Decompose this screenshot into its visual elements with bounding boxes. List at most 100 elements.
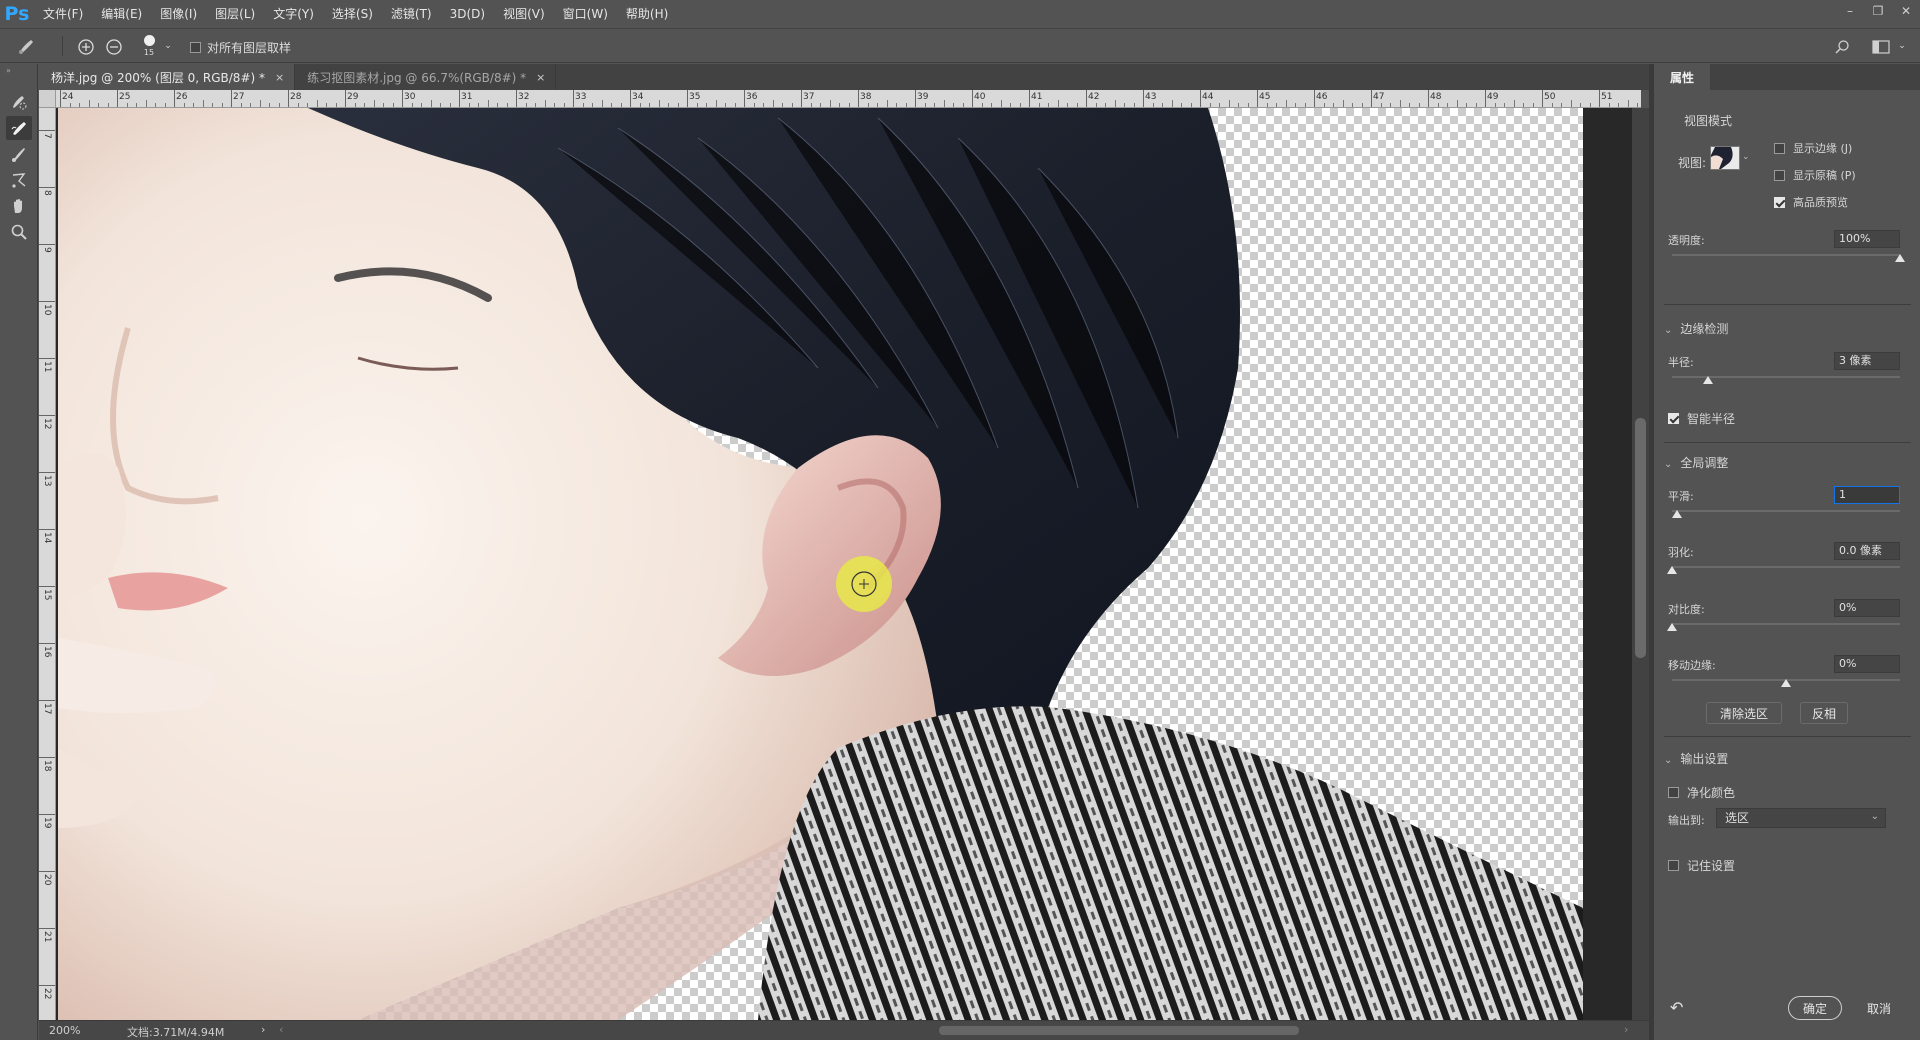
horizontal-scroll-thumb[interactable] bbox=[939, 1026, 1299, 1035]
ruler-tick bbox=[345, 90, 346, 107]
chevron-down-icon[interactable]: ⌄ bbox=[162, 39, 174, 53]
vertical-scrollbar[interactable] bbox=[1632, 108, 1649, 1020]
workspace-icon[interactable] bbox=[1870, 37, 1892, 57]
output-to-select[interactable]: 选区 ⌄ bbox=[1716, 808, 1886, 828]
status-menu-arrow-icon[interactable]: › bbox=[261, 1023, 265, 1036]
lasso-tool-icon[interactable] bbox=[6, 168, 32, 192]
scroll-right-arrow-icon[interactable]: › bbox=[1624, 1023, 1628, 1036]
ok-button[interactable]: 确定 bbox=[1788, 996, 1842, 1020]
document-tabs: 杨洋.jpg @ 200% (图层 0, RGB/8#) * × 练习抠图素材.… bbox=[39, 64, 1649, 90]
menu-item[interactable]: 编辑(E) bbox=[92, 0, 151, 28]
tab-label: 杨洋.jpg @ 200% (图层 0, RGB/8#) * bbox=[51, 70, 265, 85]
feather-slider-track[interactable] bbox=[1672, 566, 1900, 568]
subtract-from-selection-icon[interactable] bbox=[104, 37, 124, 57]
cancel-button[interactable]: 取消 bbox=[1852, 996, 1906, 1020]
smart-radius-option[interactable]: 智能半径 bbox=[1668, 410, 1735, 427]
shift-edge-slider-thumb[interactable] bbox=[1781, 679, 1791, 687]
show-original-option[interactable]: 显示原稿 (P) bbox=[1774, 167, 1856, 183]
menu-item[interactable]: 窗口(W) bbox=[554, 0, 617, 28]
menu-item[interactable]: 文件(F) bbox=[34, 0, 92, 28]
transparency-checkerboard[interactable] bbox=[58, 108, 1583, 1020]
ruler-label: 32 bbox=[518, 92, 530, 102]
sample-all-layers-checkbox[interactable] bbox=[190, 42, 201, 53]
show-edge-option[interactable]: 显示边缘 (J) bbox=[1774, 140, 1852, 156]
shift-edge-value[interactable]: 0% bbox=[1834, 655, 1900, 673]
workspace-chevron-icon[interactable]: ⌄ bbox=[1895, 39, 1909, 53]
quick-selection-tool-icon[interactable] bbox=[6, 90, 32, 114]
opacity-value[interactable]: 100% bbox=[1834, 230, 1900, 248]
global-refine-header[interactable]: ⌄ 全局调整 bbox=[1664, 454, 1728, 471]
ruler-label: 31 bbox=[461, 92, 473, 102]
opacity-slider-track[interactable] bbox=[1672, 254, 1900, 256]
tab-practice-material[interactable]: 练习抠图素材.jpg @ 66.7%(RGB/8#) * × bbox=[295, 64, 557, 90]
feather-value[interactable]: 0.0 像素 bbox=[1834, 542, 1900, 560]
search-icon[interactable] bbox=[1832, 37, 1852, 57]
radius-slider-thumb[interactable] bbox=[1703, 376, 1714, 384]
menu-items: 文件(F) 编辑(E) 图像(I) 图层(L) 文字(Y) 选择(S) 滤镜(T) 3D(D)… bbox=[34, 0, 677, 28]
ruler-tick bbox=[231, 90, 232, 107]
show-edge-checkbox[interactable] bbox=[1774, 142, 1785, 154]
hand-tool-icon[interactable] bbox=[6, 194, 32, 218]
hq-preview-option[interactable]: 高品质预览 bbox=[1774, 194, 1848, 210]
menu-item[interactable]: 帮助(H) bbox=[617, 0, 677, 28]
restore-icon[interactable]: ❐ bbox=[1864, 0, 1892, 22]
smooth-slider-thumb[interactable] bbox=[1671, 510, 1682, 518]
brush-tool-icon[interactable] bbox=[6, 142, 32, 166]
zoom-tool-icon[interactable] bbox=[6, 220, 32, 244]
ruler-label: 50 bbox=[1544, 92, 1556, 102]
smart-radius-label: 智能半径 bbox=[1687, 412, 1736, 426]
menu-item[interactable]: 图层(L) bbox=[206, 0, 264, 28]
brush-size-picker[interactable]: 15 bbox=[138, 32, 160, 60]
contrast-slider-track[interactable] bbox=[1672, 623, 1900, 625]
menu-item[interactable]: 文字(Y) bbox=[264, 0, 323, 28]
invert-button[interactable]: 反相 bbox=[1800, 702, 1848, 724]
collapse-arrows-icon[interactable]: » bbox=[6, 66, 11, 75]
smooth-value[interactable]: 1 bbox=[1834, 486, 1900, 504]
menu-item[interactable]: 选择(S) bbox=[323, 0, 382, 28]
canvas-area[interactable] bbox=[56, 108, 1641, 1020]
remember-settings-option[interactable]: 记住设置 bbox=[1668, 857, 1735, 874]
photoshop-logo: Ps bbox=[4, 3, 30, 25]
hq-preview-checkbox[interactable] bbox=[1774, 196, 1785, 208]
view-dropdown-chevron-icon[interactable]: ⌄ bbox=[1742, 152, 1750, 162]
close-window-icon[interactable]: ✕ bbox=[1892, 0, 1920, 22]
ruler-tick bbox=[516, 90, 517, 107]
radius-value[interactable]: 3 像素 bbox=[1834, 352, 1900, 370]
scroll-left-arrow-icon[interactable]: ‹ bbox=[279, 1023, 283, 1036]
contrast-value[interactable]: 0% bbox=[1834, 599, 1900, 617]
ruler-origin[interactable] bbox=[39, 90, 56, 108]
refine-brush-tool-icon[interactable] bbox=[14, 35, 40, 57]
chevron-down-icon: ⌄ bbox=[1664, 459, 1673, 470]
properties-tab[interactable]: 属性 bbox=[1654, 64, 1710, 90]
ruler-label: 45 bbox=[1259, 92, 1271, 102]
menu-item[interactable]: 图像(I) bbox=[151, 0, 206, 28]
ruler-tick bbox=[1143, 90, 1144, 107]
zoom-level[interactable]: 200% bbox=[49, 1024, 80, 1037]
contrast-slider-thumb[interactable] bbox=[1667, 623, 1677, 631]
opacity-slider-thumb[interactable] bbox=[1895, 254, 1905, 262]
remember-settings-checkbox[interactable] bbox=[1668, 860, 1679, 871]
ruler-tick bbox=[39, 472, 55, 473]
feather-slider-thumb[interactable] bbox=[1667, 566, 1677, 574]
smooth-slider-track[interactable] bbox=[1672, 510, 1900, 512]
minimize-icon[interactable]: – bbox=[1836, 0, 1864, 22]
output-settings-header[interactable]: ⌄ 输出设置 bbox=[1664, 750, 1728, 767]
tab-yangyang[interactable]: 杨洋.jpg @ 200% (图层 0, RGB/8#) * × bbox=[39, 64, 296, 90]
menu-item[interactable]: 视图(V) bbox=[494, 0, 554, 28]
refine-edge-brush-tool-icon[interactable] bbox=[6, 116, 32, 140]
edge-detection-header[interactable]: ⌄ 边缘检测 bbox=[1664, 320, 1728, 337]
sample-all-layers-option[interactable]: 对所有图层取样 bbox=[190, 39, 291, 56]
decontaminate-checkbox[interactable] bbox=[1668, 787, 1679, 798]
decontaminate-option[interactable]: 净化颜色 bbox=[1668, 784, 1735, 801]
reset-icon[interactable]: ↶ bbox=[1670, 998, 1690, 1018]
scroll-thumb[interactable] bbox=[1635, 418, 1646, 658]
show-original-checkbox[interactable] bbox=[1774, 169, 1785, 181]
menu-item[interactable]: 3D(D) bbox=[441, 0, 494, 28]
menu-item[interactable]: 滤镜(T) bbox=[382, 0, 441, 28]
add-to-selection-icon[interactable] bbox=[76, 37, 96, 57]
smart-radius-checkbox[interactable] bbox=[1668, 413, 1679, 424]
view-thumbnail[interactable] bbox=[1710, 146, 1740, 170]
clear-selection-button[interactable]: 清除选区 bbox=[1706, 702, 1782, 724]
close-icon[interactable]: × bbox=[536, 71, 545, 84]
close-icon[interactable]: × bbox=[275, 71, 284, 84]
